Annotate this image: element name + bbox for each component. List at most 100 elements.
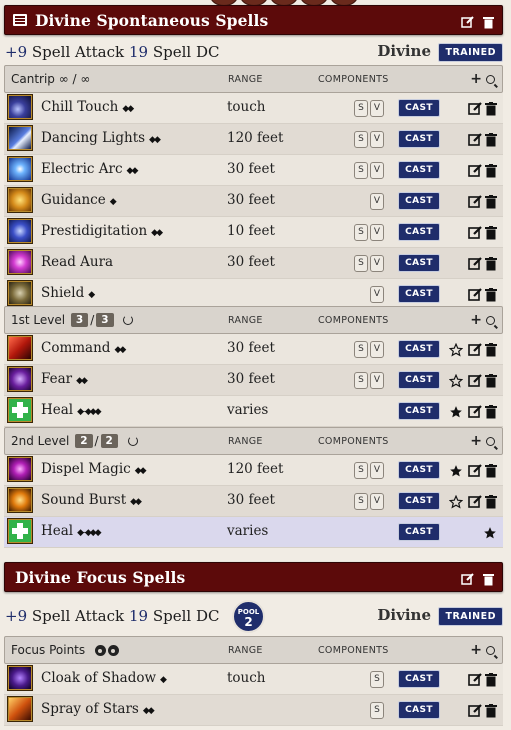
spell-name[interactable]: Read Aura <box>41 254 113 270</box>
edit-icon[interactable] <box>468 703 482 717</box>
cast-button[interactable]: CAST <box>398 254 440 272</box>
slots-current[interactable]: 3 <box>70 313 89 327</box>
cast-button[interactable]: CAST <box>398 461 440 479</box>
trash-icon[interactable] <box>485 463 499 478</box>
trash-icon[interactable] <box>485 225 499 240</box>
spell-row[interactable]: Command ◆◆ 30 feet S V CAST <box>4 334 503 365</box>
spell-row[interactable]: Dispel Magic ◆◆ 120 feet S V CAST <box>4 455 503 486</box>
trash-icon[interactable] <box>483 571 494 590</box>
spell-name[interactable]: Guidance ◆ <box>41 192 117 208</box>
trash-icon[interactable] <box>485 373 499 388</box>
search-icon[interactable] <box>486 316 495 325</box>
spell-row[interactable]: Prestidigitation ◆◆ 10 feet S V CAST <box>4 217 503 248</box>
star-outline-icon[interactable] <box>448 342 464 357</box>
spell-name[interactable]: Electric Arc ◆◆ <box>41 161 138 177</box>
spell-row[interactable]: Read Aura 30 feet S V CAST <box>4 248 503 279</box>
star-outline-icon[interactable] <box>448 373 464 388</box>
spell-name[interactable]: Shield ◆ <box>41 285 95 301</box>
star-icon[interactable] <box>449 404 463 418</box>
spell-row[interactable]: Sound Burst ◆◆ 30 feet S V CAST <box>4 486 503 517</box>
spell-name[interactable]: Fear ◆◆ <box>41 371 88 387</box>
search-icon[interactable] <box>486 646 495 655</box>
trash-icon[interactable] <box>483 14 494 33</box>
spell-row[interactable]: Heal ◆ - ◆◆◆ varies CAST <box>4 517 503 548</box>
focus-table: Focus Points RANGE COMPONENTS + Cloak of… <box>4 636 503 726</box>
trash-icon[interactable] <box>485 672 499 687</box>
verbal-component: V <box>370 462 384 479</box>
spell-name[interactable]: Dancing Lights ◆◆ <box>41 130 161 146</box>
spell-name[interactable]: Cloak of Shadow ◆ <box>41 670 167 686</box>
edit-icon[interactable] <box>468 373 482 387</box>
refresh-icon[interactable] <box>127 436 138 446</box>
cast-button[interactable]: CAST <box>398 492 440 510</box>
cast-button[interactable]: CAST <box>398 192 440 210</box>
spell-row[interactable]: Cloak of Shadow ◆ touch S CAST <box>4 664 503 695</box>
cast-button[interactable]: CAST <box>398 670 440 688</box>
spell-name[interactable]: Chill Touch ◆◆ <box>41 99 134 115</box>
spell-row[interactable]: Chill Touch ◆◆ touch S V CAST <box>4 93 503 124</box>
spell-name[interactable]: Heal ◆ - ◆◆◆ <box>41 523 102 539</box>
star-outline-icon[interactable] <box>448 494 464 509</box>
edit-icon[interactable] <box>468 163 482 177</box>
edit-icon[interactable] <box>468 287 482 301</box>
edit-icon[interactable] <box>468 494 482 508</box>
refresh-icon[interactable] <box>123 315 134 325</box>
trash-icon[interactable] <box>485 101 499 116</box>
focus-points[interactable] <box>94 645 119 656</box>
edit-icon[interactable] <box>468 672 482 686</box>
trash-icon[interactable] <box>485 494 499 509</box>
cast-button[interactable]: CAST <box>398 371 440 389</box>
spell-row[interactable]: Electric Arc ◆◆ 30 feet S V CAST <box>4 155 503 186</box>
trash-icon[interactable] <box>485 342 499 357</box>
slots-current[interactable]: 2 <box>75 434 93 448</box>
cast-button[interactable]: CAST <box>398 340 440 358</box>
spell-name[interactable]: Command ◆◆ <box>41 340 126 356</box>
spell-row[interactable]: Fear ◆◆ 30 feet S V CAST <box>4 365 503 396</box>
cast-button[interactable]: CAST <box>398 701 440 719</box>
spell-name[interactable]: Prestidigitation ◆◆ <box>41 223 163 239</box>
trash-icon[interactable] <box>485 163 499 178</box>
spell-name[interactable]: Sound Burst ◆◆ <box>41 492 142 508</box>
plus-icon[interactable]: + <box>470 642 482 658</box>
search-icon[interactable] <box>486 75 495 84</box>
cast-button[interactable]: CAST <box>398 285 440 303</box>
trash-icon[interactable] <box>485 132 499 147</box>
trash-icon[interactable] <box>485 404 499 419</box>
action-cost: ◆◆ <box>122 104 134 114</box>
plus-icon[interactable]: + <box>470 71 482 87</box>
cast-button[interactable]: CAST <box>398 223 440 241</box>
somatic-component: S <box>354 100 368 117</box>
cast-button[interactable]: CAST <box>398 402 440 420</box>
cast-button[interactable]: CAST <box>398 161 440 179</box>
spell-name[interactable]: Spray of Stars ◆◆ <box>41 701 155 717</box>
edit-icon[interactable] <box>468 194 482 208</box>
edit-icon[interactable] <box>468 342 482 356</box>
edit-icon[interactable] <box>468 463 482 477</box>
edit-icon[interactable] <box>468 256 482 270</box>
cast-button[interactable]: CAST <box>398 130 440 148</box>
edit-icon[interactable] <box>468 101 482 115</box>
search-icon[interactable] <box>486 437 495 446</box>
edit-icon[interactable] <box>461 571 474 590</box>
cast-button[interactable]: CAST <box>398 523 440 541</box>
edit-icon[interactable] <box>468 225 482 239</box>
spell-name[interactable]: Heal ◆ - ◆◆◆ <box>41 402 102 418</box>
edit-icon[interactable] <box>468 404 482 418</box>
plus-icon[interactable]: + <box>470 433 482 449</box>
edit-icon[interactable] <box>461 14 474 33</box>
trash-icon[interactable] <box>485 194 499 209</box>
edit-icon[interactable] <box>468 132 482 146</box>
spell-row[interactable]: Spray of Stars ◆◆ S CAST <box>4 695 503 726</box>
trash-icon[interactable] <box>485 256 499 271</box>
spell-row[interactable]: Heal ◆ - ◆◆◆ varies CAST <box>4 396 503 427</box>
star-icon[interactable] <box>483 525 497 539</box>
trash-icon[interactable] <box>485 703 499 718</box>
spell-name[interactable]: Dispel Magic ◆◆ <box>41 461 147 477</box>
spell-row[interactable]: Guidance ◆ 30 feet V CAST <box>4 186 503 217</box>
spell-icon <box>8 367 32 391</box>
star-icon[interactable] <box>449 463 463 477</box>
spell-row[interactable]: Dancing Lights ◆◆ 120 feet S V CAST <box>4 124 503 155</box>
trash-icon[interactable] <box>485 287 499 302</box>
plus-icon[interactable]: + <box>470 312 482 328</box>
cast-button[interactable]: CAST <box>398 99 440 117</box>
